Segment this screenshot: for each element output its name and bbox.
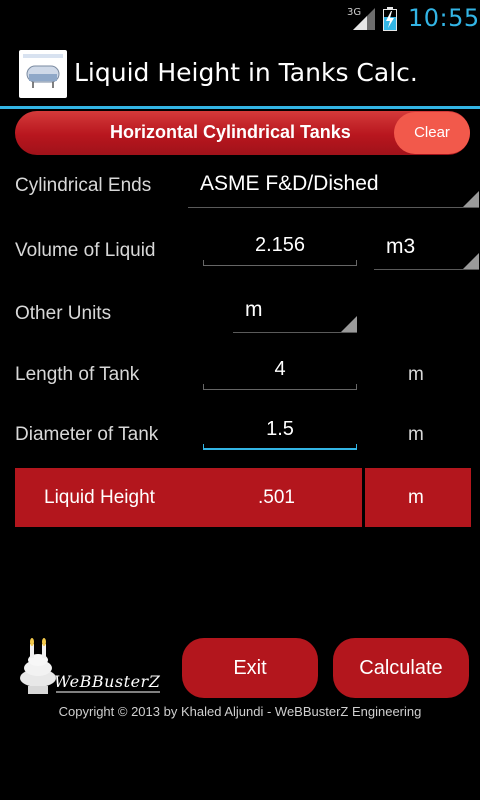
- action-bar: Liquid Height in Tanks Calc.: [0, 40, 480, 106]
- cylindrical-ends-spinner[interactable]: ASME F&D/Dished: [188, 166, 479, 208]
- volume-unit-spinner[interactable]: m3: [374, 228, 479, 270]
- other-units-label: Other Units: [15, 303, 112, 324]
- volume-label: Volume of Liquid: [15, 240, 156, 261]
- status-bar: 3G 10:55: [0, 0, 480, 38]
- app-title: Liquid Height in Tanks Calc.: [74, 58, 418, 87]
- tank-type-title: Horizontal Cylindrical Tanks: [110, 122, 351, 142]
- spinner-arrow-icon: [463, 253, 479, 269]
- tank-icon: [23, 54, 63, 88]
- clear-button[interactable]: Clear: [394, 112, 470, 154]
- length-unit: m: [408, 364, 424, 385]
- exit-button[interactable]: Exit: [182, 638, 318, 698]
- cylindrical-ends-value: ASME F&D/Dished: [200, 172, 379, 195]
- length-value: 4: [274, 358, 286, 380]
- cylindrical-ends-label: Cylindrical Ends: [15, 175, 152, 196]
- diameter-label: Diameter of Tank: [15, 424, 159, 445]
- screen: 3G 10:55 Liquid Height in Tanks Calc. Ho…: [0, 0, 480, 800]
- spinner-arrow-icon: [341, 316, 357, 332]
- calculate-button[interactable]: Calculate: [333, 638, 469, 698]
- input-tick-left: [203, 444, 204, 450]
- action-bar-divider: [0, 106, 480, 109]
- diameter-value: 1.5: [266, 418, 294, 440]
- volume-value: 2.156: [254, 234, 306, 256]
- input-tick-right: [356, 384, 357, 390]
- input-underline: [203, 389, 357, 390]
- result-bar: Liquid Height .501 m: [15, 468, 471, 527]
- liquid-height-unit: m: [408, 487, 424, 508]
- input-tick-left: [203, 384, 204, 390]
- other-units-spinner[interactable]: m: [233, 292, 357, 333]
- other-units-value: m: [245, 298, 263, 321]
- length-input[interactable]: 4: [203, 354, 357, 390]
- liquid-height-label: Liquid Height: [44, 487, 155, 508]
- battery-charging-icon: [383, 7, 397, 31]
- result-separator: [362, 468, 365, 527]
- input-underline: [203, 448, 357, 450]
- header-banner: Horizontal Cylindrical Tanks Clear: [15, 111, 470, 155]
- volume-unit-value: m3: [386, 235, 416, 258]
- liquid-height-value: .501: [258, 487, 295, 508]
- input-underline: [203, 265, 357, 266]
- length-label: Length of Tank: [15, 364, 140, 385]
- logo-text: WeBBusterZ: [54, 672, 161, 691]
- tank-app-icon[interactable]: [19, 50, 67, 98]
- diameter-unit: m: [408, 424, 424, 445]
- spinner-arrow-icon: [463, 191, 479, 207]
- input-tick-right: [356, 444, 357, 450]
- clock: 10:55: [408, 4, 480, 32]
- signal-icon: [353, 8, 375, 30]
- diameter-input[interactable]: 1.5: [203, 414, 357, 450]
- copyright-text: Copyright © 2013 by Khaled Aljundi - WeB…: [58, 704, 422, 719]
- volume-input[interactable]: 2.156: [203, 230, 357, 266]
- input-tick-left: [203, 260, 204, 266]
- input-tick-right: [356, 260, 357, 266]
